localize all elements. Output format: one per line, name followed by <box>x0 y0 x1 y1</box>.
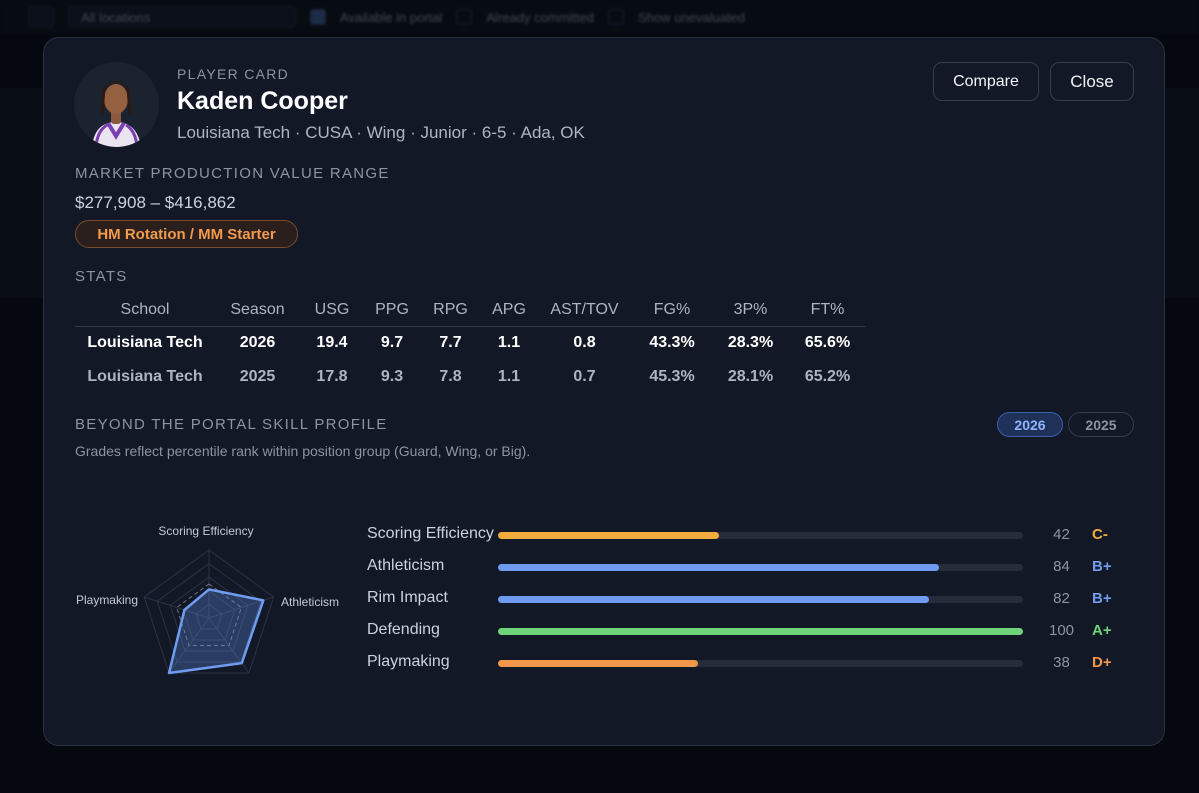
skill-bar-label: Playmaking <box>367 653 450 670</box>
skill-bar-fill <box>498 660 698 667</box>
skill-bar-track <box>498 564 1023 571</box>
stats-cell: 7.7 <box>439 334 462 352</box>
stats-col-ft-pct: FT% <box>789 294 866 327</box>
stats-cell: 28.1% <box>727 368 774 385</box>
skill-bar-grade: B+ <box>1092 558 1112 575</box>
stats-cell: 45.3% <box>649 368 695 385</box>
table-row: Louisiana Tech 2026 19.4 9.7 7.7 1.1 0.8… <box>75 326 866 360</box>
stats-col-ppg: PPG <box>364 294 420 327</box>
skill-bar-row: Scoring Efficiency 42 C- <box>367 525 1147 545</box>
skill-bar-value: 38 <box>1053 654 1070 671</box>
player-card-modal: PLAYER CARD Kaden Cooper Louisiana Tech … <box>43 37 1165 746</box>
radar-axis-label: Athleticism <box>281 595 339 609</box>
skill-profile-note: Grades reflect percentile rank within po… <box>75 443 531 459</box>
stats-cell: 2025 <box>239 368 276 385</box>
background-checkbox-committed <box>456 9 473 25</box>
skill-bar-value: 84 <box>1053 558 1070 575</box>
stats-cell: 7.8 <box>439 368 462 385</box>
stats-cell: 1.1 <box>497 334 521 352</box>
market-value-range: $277,908 – $416,862 <box>75 193 236 212</box>
skill-bar-label: Defending <box>367 621 440 638</box>
skill-bar-label: Scoring Efficiency <box>367 525 494 542</box>
skill-bar-row: Athleticism 84 B+ <box>367 557 1147 577</box>
background-checkbox-committed-label: Already committed <box>486 9 595 25</box>
skill-bar-row: Defending 100 A+ <box>367 621 1147 641</box>
skill-bar-row: Rim Impact 82 B+ <box>367 589 1147 609</box>
stats-cell: 65.2% <box>804 368 851 385</box>
stats-cell: 9.7 <box>380 334 404 352</box>
radar-axis-label: Scoring Efficiency <box>158 524 253 538</box>
stats-cell: Louisiana Tech <box>87 334 203 352</box>
background-toolbar: All locations Available in portal Alread… <box>0 0 1199 34</box>
player-meta: Louisiana Tech · CUSA · Wing · Junior · … <box>177 123 585 142</box>
skill-bar-value: 82 <box>1053 590 1070 607</box>
player-card-kicker: PLAYER CARD <box>177 66 290 82</box>
stats-cell: 43.3% <box>649 334 695 352</box>
stats-col-rpg: RPG <box>420 294 481 327</box>
background-location-filter-label: All locations <box>81 9 151 25</box>
skill-bar-fill <box>498 564 939 571</box>
skill-bar-label: Rim Impact <box>367 589 448 606</box>
market-value-heading: MARKET PRODUCTION VALUE RANGE <box>75 165 390 182</box>
stats-col-season: Season <box>215 294 300 327</box>
year-toggle-2025[interactable]: 2025 <box>1068 412 1134 437</box>
radar-axis-label: Playmaking <box>76 593 138 607</box>
skill-bar-track <box>498 596 1023 603</box>
player-photo <box>74 62 159 147</box>
skill-radar-chart: Scoring EfficiencyAthleticismRim ImpactD… <box>76 524 339 675</box>
skill-bar-track <box>498 532 1023 539</box>
background-checkbox-available-label: Available in portal <box>340 9 443 25</box>
stats-col-ast-tov: AST/TOV <box>537 294 632 327</box>
stats-cell: Louisiana Tech <box>87 368 203 385</box>
background-location-filter: All locations <box>68 6 296 28</box>
close-button[interactable]: Close <box>1050 62 1134 101</box>
stats-cell: 2026 <box>239 334 276 352</box>
player-name: Kaden Cooper <box>177 87 348 115</box>
skill-bar-grade: D+ <box>1092 654 1112 671</box>
skill-bar-value: 42 <box>1053 526 1070 543</box>
skill-bar-label: Athleticism <box>367 557 445 574</box>
stats-col-school: School <box>75 294 215 327</box>
skill-bar-grade: B+ <box>1092 590 1112 607</box>
player-avatar <box>74 62 159 147</box>
stats-cell: 19.4 <box>316 334 348 352</box>
background-checkbox-unevaluated-label: Show unevaluated <box>638 9 746 25</box>
skill-bar-fill <box>498 532 719 539</box>
stats-cell: 0.7 <box>573 368 596 385</box>
stats-cell: 28.3% <box>727 334 774 352</box>
table-row: Louisiana Tech 2025 17.8 9.3 7.8 1.1 0.7… <box>75 360 866 394</box>
stats-cell: 65.6% <box>804 334 851 352</box>
skill-bar-grade: A+ <box>1092 622 1112 639</box>
skill-bar-fill <box>498 628 1023 635</box>
stats-col-usg: USG <box>300 294 364 327</box>
stats-header-row: School Season USG PPG RPG APG AST/TOV FG… <box>75 294 866 327</box>
background-checkbox-available <box>310 9 326 25</box>
stats-cell: 9.3 <box>380 368 404 385</box>
stats-heading: STATS <box>75 268 128 285</box>
skill-bar-track <box>498 660 1023 667</box>
skill-bar-track <box>498 628 1023 635</box>
skill-bar-fill <box>498 596 929 603</box>
skill-profile-heading: BEYOND THE PORTAL SKILL PROFILE <box>75 416 388 433</box>
background-checkbox-unevaluated <box>608 9 625 25</box>
radar-player-shape <box>167 588 265 675</box>
background-menu-button <box>28 6 54 28</box>
stats-col-fg-pct: FG% <box>632 294 712 327</box>
stats-col-3p-pct: 3P% <box>712 294 789 327</box>
skill-bar-row: Playmaking 38 D+ <box>367 653 1147 673</box>
stats-cell: 17.8 <box>316 368 348 385</box>
compare-button[interactable]: Compare <box>933 62 1039 101</box>
stats-cell: 1.1 <box>497 368 521 385</box>
tier-badge: HM Rotation / MM Starter <box>75 220 298 248</box>
year-toggle-2026[interactable]: 2026 <box>997 412 1063 437</box>
stats-table: School Season USG PPG RPG APG AST/TOV FG… <box>75 294 866 394</box>
skill-bar-grade: C- <box>1092 526 1108 543</box>
skill-bar-value: 100 <box>1048 622 1075 639</box>
stats-col-apg: APG <box>481 294 537 327</box>
stats-cell: 0.8 <box>573 334 596 352</box>
